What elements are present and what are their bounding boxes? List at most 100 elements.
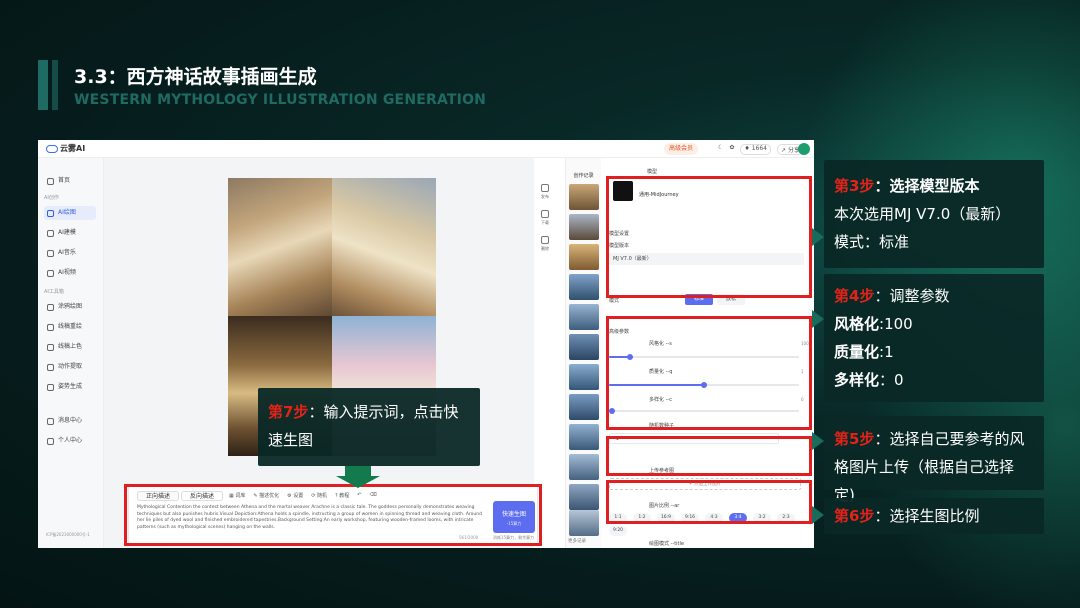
step6-text: 第6步：选择生图比例 xyxy=(834,502,1034,530)
sidebar-item-motion[interactable]: 动作提取 xyxy=(44,360,96,374)
video-icon xyxy=(47,269,54,277)
sidebar-item-line-art[interactable]: 线稿重绘 xyxy=(44,320,96,334)
history-thumb[interactable] xyxy=(569,394,599,420)
line-icon xyxy=(47,323,54,331)
sidebar-item-ai-music[interactable]: AI音乐 xyxy=(44,246,96,260)
stylize-val: :100 xyxy=(879,315,913,333)
history-thumb[interactable] xyxy=(569,454,599,480)
title-accent-bar xyxy=(38,60,48,110)
history-strip: 创作记录 更多记录 xyxy=(565,158,601,548)
step4-callout: 第4步：调整参数 风格化:100 质量化:1 多样化：0 xyxy=(824,274,1044,402)
publish-button[interactable]: 发布 xyxy=(535,184,555,200)
avatar[interactable] xyxy=(798,143,810,155)
sidebar-item-line-color[interactable]: 线稿上色 xyxy=(44,340,96,354)
gift-icon[interactable]: ✿ xyxy=(729,144,734,155)
download-label: 下载 xyxy=(541,220,549,225)
history-thumb[interactable] xyxy=(569,214,599,240)
cloud-icon xyxy=(46,144,58,153)
pencil-icon xyxy=(47,303,54,311)
music-icon xyxy=(47,249,54,257)
highlight-upload xyxy=(606,436,812,476)
vip-badge[interactable]: 高级会员 xyxy=(664,143,699,155)
chaos-val: ：0 xyxy=(879,371,904,389)
step3-callout: 第3步：选择模型版本 本次选用MJ V7.0（最新） 模式：标准 xyxy=(824,160,1044,268)
download-button[interactable]: 下载 xyxy=(535,210,555,226)
sidebar-item-label: AI音乐 xyxy=(58,249,76,256)
step7-text: 第7步：输入提示词，点击快速生图 xyxy=(268,398,470,454)
history-thumb[interactable] xyxy=(569,334,599,360)
moon-icon[interactable]: ☾ xyxy=(718,144,723,155)
history-thumb[interactable] xyxy=(569,244,599,270)
delete-button[interactable]: 删除 xyxy=(535,236,555,252)
sidebar-item-label: 动作提取 xyxy=(58,363,83,370)
quality-key: 质量化 xyxy=(834,343,880,361)
ratio-option[interactable]: 9:20 xyxy=(609,526,627,536)
step4-title-text: ：调整参数 xyxy=(874,287,950,305)
history-thumb[interactable] xyxy=(569,364,599,390)
trash-icon xyxy=(541,236,549,244)
draw-mode-label: 绘图模式 --title xyxy=(649,541,684,547)
step3-line2: 模式：标准 xyxy=(834,233,910,251)
sidebar-item-label: AI绘图 xyxy=(58,209,76,216)
sidebar-item-home[interactable]: 首页 xyxy=(44,174,96,188)
app-logo[interactable]: 云雾AI xyxy=(46,143,85,154)
step5-text: 第5步：选择自己要参考的风格图片上传（根据自己选择定) xyxy=(834,425,1034,509)
title-accent-bar-secondary xyxy=(52,60,58,110)
topbar-icons: ☾ ✿ ♦ 1664 ↗ 分享 xyxy=(718,144,804,155)
history-thumb[interactable] xyxy=(569,424,599,450)
sidebar-item-label: AI建模 xyxy=(58,229,76,236)
bell-icon xyxy=(47,417,54,425)
step6-callout: 第6步：选择生图比例 xyxy=(824,498,1044,534)
generated-image-2[interactable] xyxy=(332,178,436,316)
generated-image-1[interactable] xyxy=(228,178,332,316)
chaos-key: 多样化 xyxy=(834,371,880,389)
pose-icon xyxy=(47,383,54,391)
sidebar-item-pose[interactable]: 姿势生成 xyxy=(44,380,96,394)
history-thumb[interactable] xyxy=(569,274,599,300)
sidebar-item-profile[interactable]: 个人中心 xyxy=(44,434,96,448)
highlight-params xyxy=(606,316,812,430)
image-toolbar: 发布 下载 删除 xyxy=(535,184,555,262)
sidebar-group-tools: AI工具箱 xyxy=(44,289,64,295)
sidebar-item-label: 线稿重绘 xyxy=(58,323,83,330)
sidebar-item-label: 消息中心 xyxy=(58,417,83,424)
history-more[interactable]: 更多记录 xyxy=(568,538,586,544)
sidebar-item-label: 线稿上色 xyxy=(58,343,83,350)
highlight-model xyxy=(606,176,812,298)
step4-title: 第4步：调整参数 xyxy=(834,282,1034,310)
history-thumb[interactable] xyxy=(569,510,599,536)
sidebar-footer: ICP备2023000000号-1 xyxy=(46,532,90,537)
step3-title-text: ：选择模型版本 xyxy=(874,177,980,195)
user-icon xyxy=(47,437,54,445)
history-thumb[interactable] xyxy=(569,304,599,330)
step4-line3: 多样化：0 xyxy=(834,366,1034,394)
publish-label: 发布 xyxy=(541,194,549,199)
highlight-ratio xyxy=(606,480,812,524)
sidebar-item-label: 个人中心 xyxy=(58,437,83,444)
sidebar-item-ai-video[interactable]: AI视频 xyxy=(44,266,96,280)
sidebar-item-messages[interactable]: 消息中心 xyxy=(44,414,96,428)
brush-icon xyxy=(47,209,54,217)
step6-body: ：选择生图比例 xyxy=(874,507,980,525)
sidebar-item-sketch[interactable]: 涂鸦绘图 xyxy=(44,300,96,314)
model-section-label: 模型 xyxy=(647,169,658,175)
bucket-icon xyxy=(47,343,54,351)
cube-icon xyxy=(47,229,54,237)
history-thumb[interactable] xyxy=(569,184,599,210)
arrow-right-step3 xyxy=(812,228,824,246)
stylize-key: 风格化 xyxy=(834,315,880,333)
history-thumb[interactable] xyxy=(569,484,599,510)
sidebar-item-ai-draw[interactable]: AI绘图 xyxy=(44,206,96,220)
motion-icon xyxy=(47,363,54,371)
arrow-right-step4 xyxy=(812,310,824,328)
sidebar-item-label: 姿势生成 xyxy=(58,383,83,390)
step3-line1: 本次选用MJ V7.0（最新） xyxy=(834,205,1011,223)
points-badge[interactable]: ♦ 1664 xyxy=(740,144,771,155)
step5-head: 第5步 xyxy=(834,430,875,448)
sidebar-item-ai-model[interactable]: AI建模 xyxy=(44,226,96,240)
step4-line1: 风格化:100 xyxy=(834,310,1034,338)
arrow-down-head xyxy=(336,476,380,488)
delete-label: 删除 xyxy=(541,246,549,251)
brand-name: 云雾AI xyxy=(60,144,86,153)
quality-val: :1 xyxy=(879,343,894,361)
